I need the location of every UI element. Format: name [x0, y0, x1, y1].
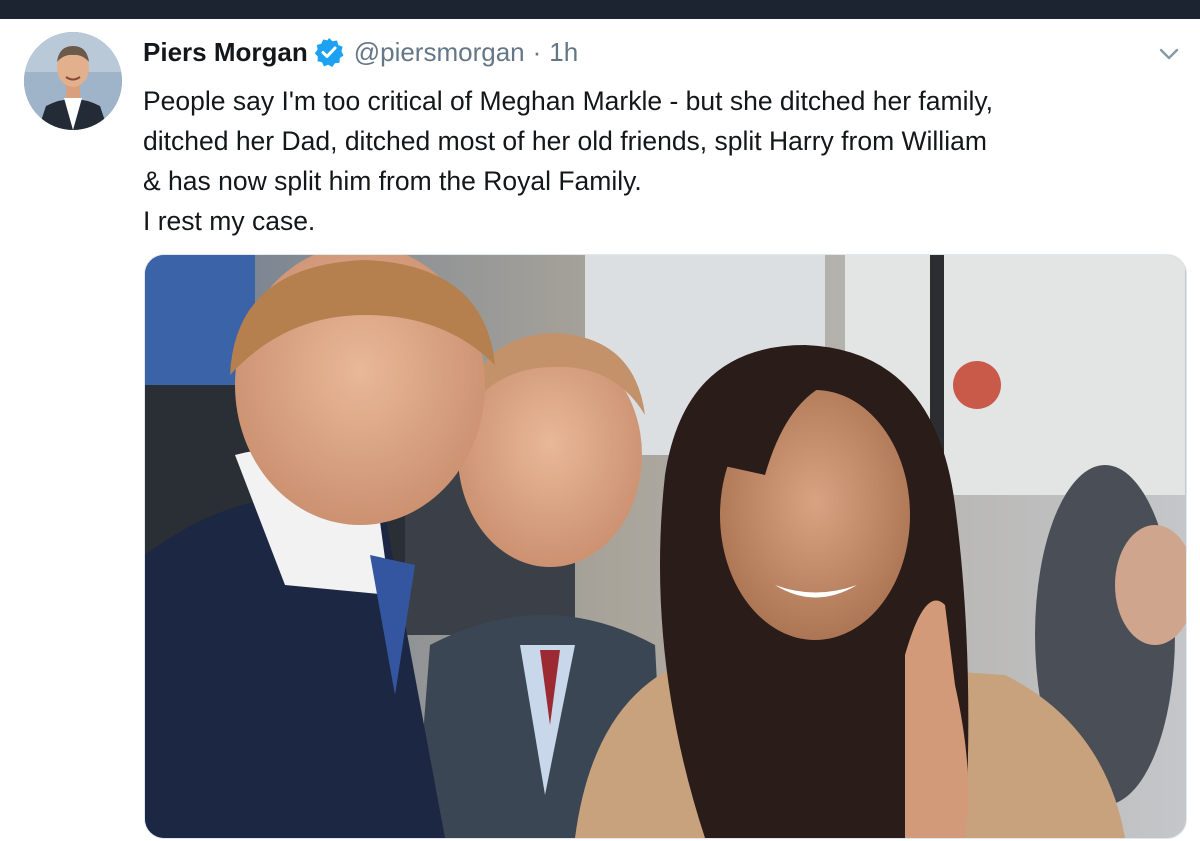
verified-badge-icon [314, 37, 344, 67]
timestamp[interactable]: 1h [549, 37, 578, 68]
tweet-text-line: People say I'm too critical of Meghan Ma… [143, 86, 994, 116]
display-name[interactable]: Piers Morgan [143, 37, 308, 68]
separator-dot: · [532, 36, 542, 67]
chevron-down-icon[interactable] [1156, 41, 1182, 67]
tweet-text: People say I'm too critical of Meghan Ma… [143, 81, 1183, 241]
tweet-text-line: I rest my case. [143, 206, 316, 236]
tweet-text-line: ditched her Dad, ditched most of her old… [143, 126, 987, 156]
user-handle[interactable]: @piersmorgan [354, 37, 525, 68]
tweet-photo[interactable] [144, 254, 1187, 839]
window-top-bar [0, 0, 1200, 19]
tweet-header: Piers Morgan @piersmorgan · 1h [143, 34, 578, 70]
tweet-card[interactable]: Piers Morgan @piersmorgan · 1h People sa… [0, 19, 1200, 841]
tweet-text-line: & has now split him from the Royal Famil… [143, 166, 642, 196]
avatar[interactable] [24, 32, 122, 130]
